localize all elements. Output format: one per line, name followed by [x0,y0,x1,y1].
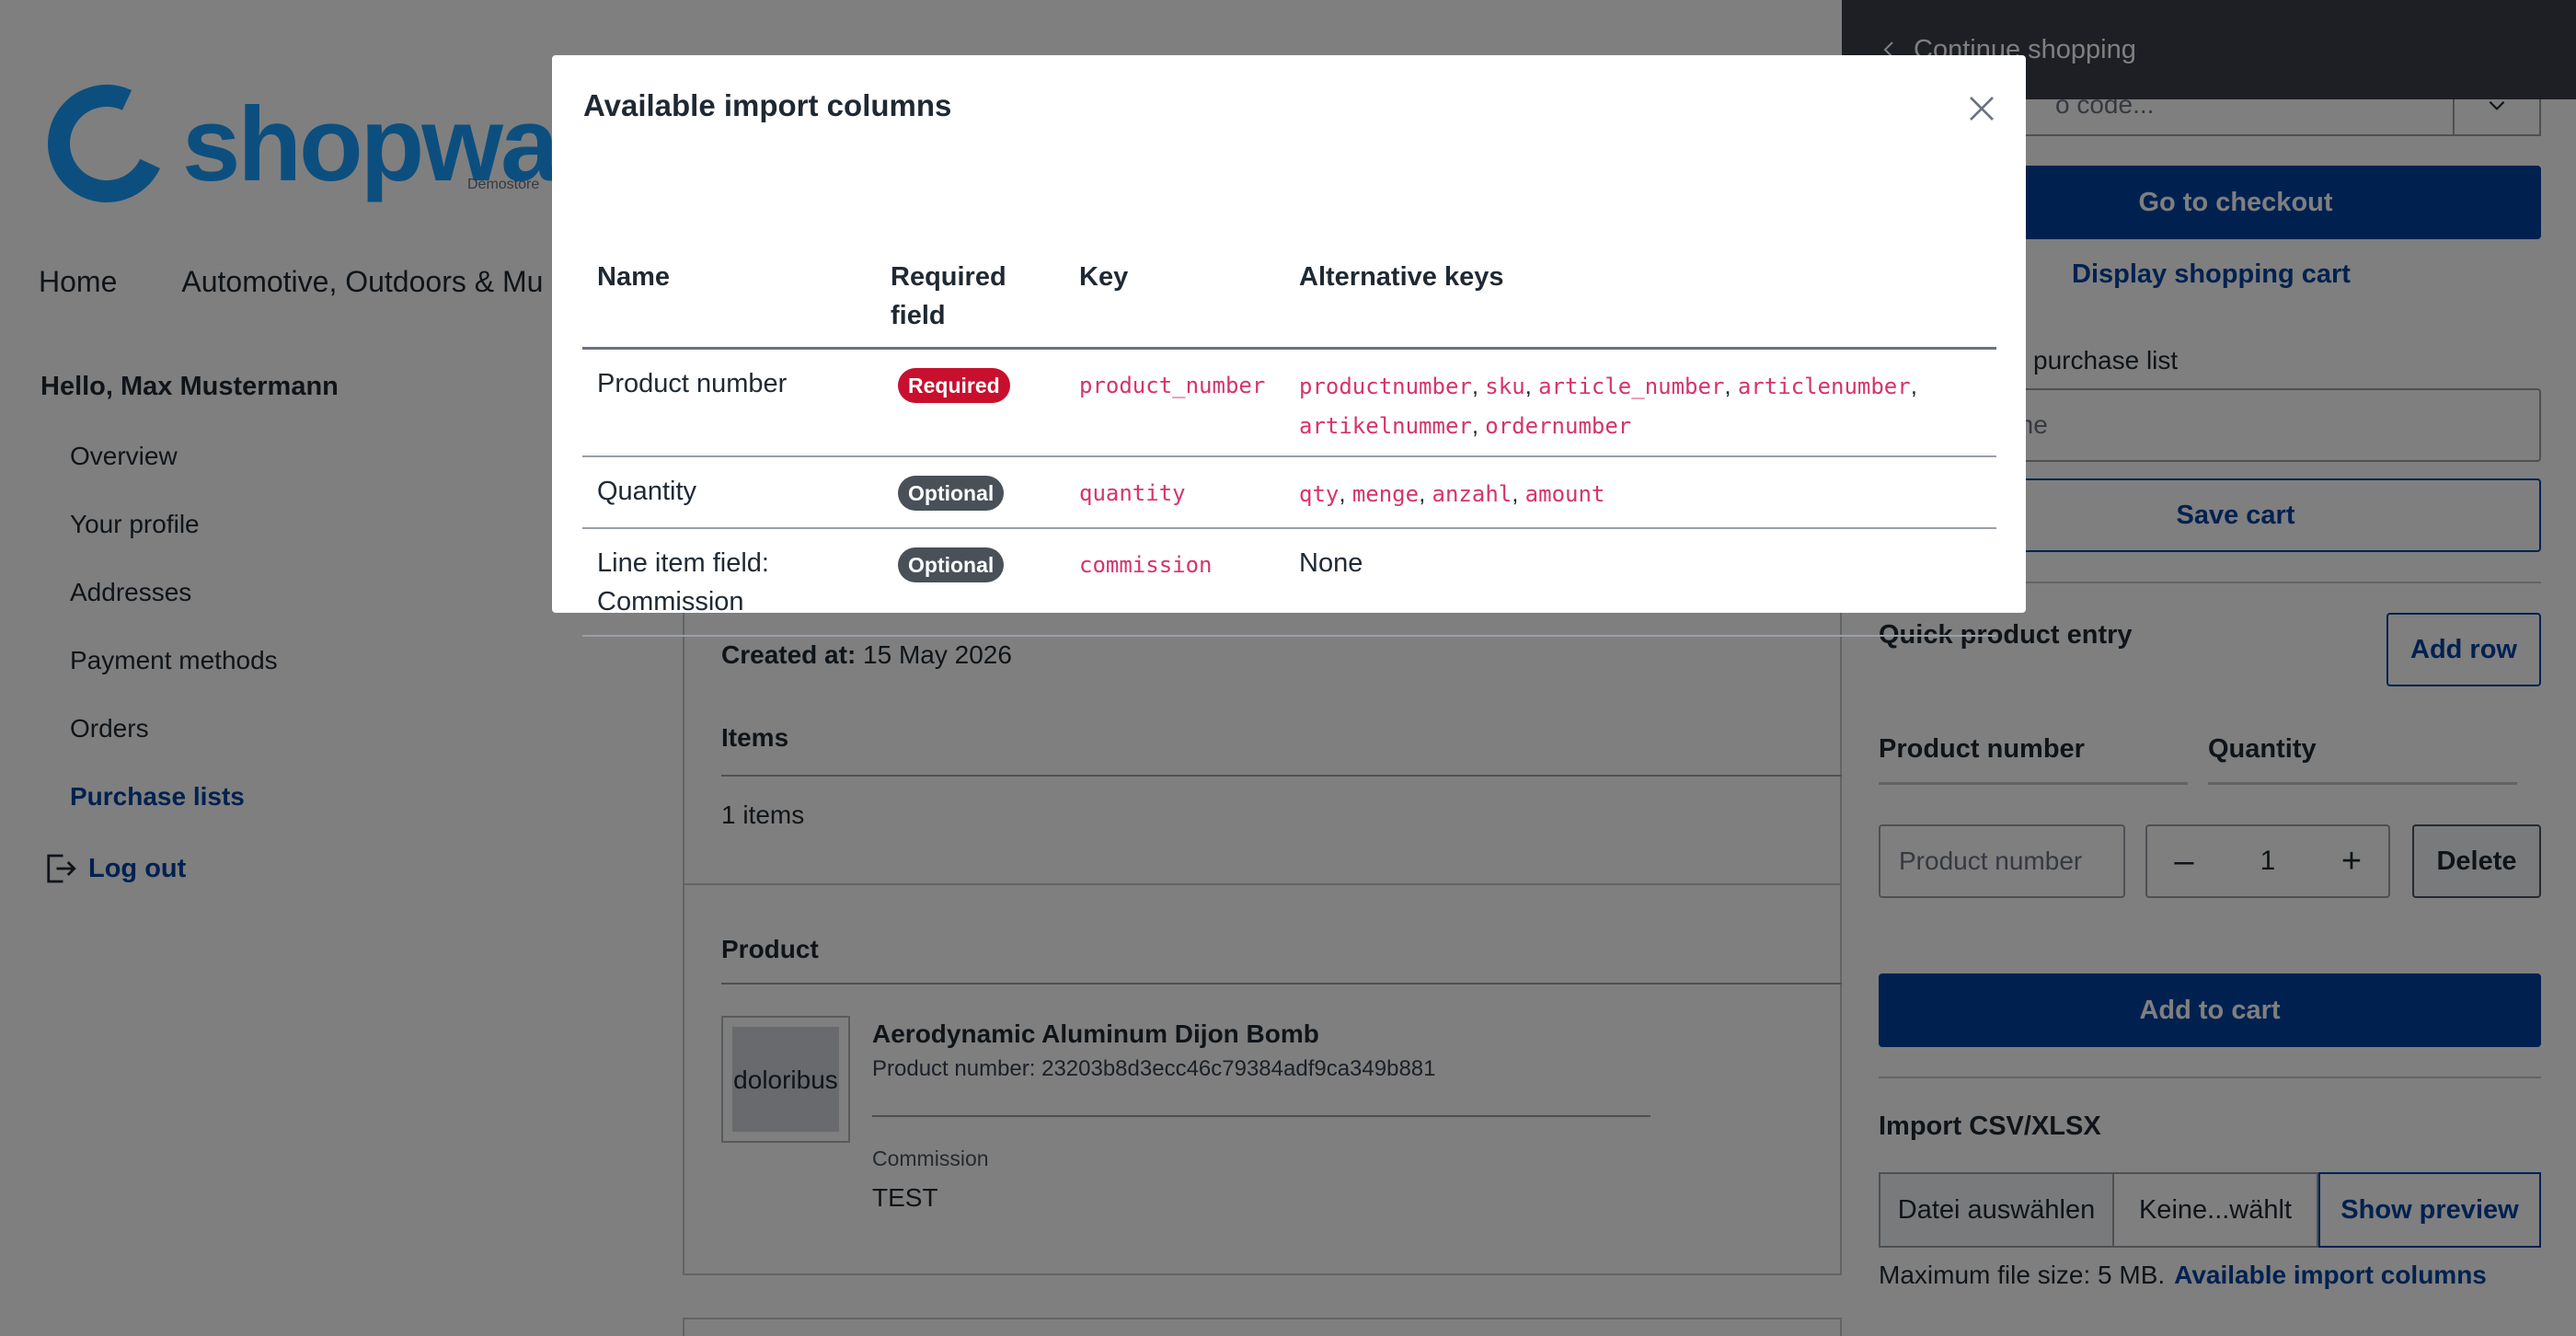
row-alternative-keys: productnumber, sku, article_number, arti… [1299,372,1917,439]
table-row: Quantity Optional quantity qty, menge, a… [582,457,1996,529]
row-key: product_number [1079,373,1266,398]
row-name-line1: Line item field: [597,548,769,578]
required-badge: Required [898,368,1010,403]
available-import-columns-modal: Available import columns Name Required f… [552,55,2026,637]
header-required-line2: field [891,301,946,330]
close-icon [1970,97,1994,121]
optional-badge: Optional [898,476,1005,511]
row-key: commission [1079,552,1213,578]
alt-key: menge [1351,481,1420,507]
optional-badge: Optional [898,547,1005,582]
row-name: Quantity [597,477,696,506]
alt-key: artikelnummer [1299,413,1472,439]
header-alternative-keys: Alternative keys [1299,262,1504,292]
row-key: quantity [1079,480,1186,506]
close-button[interactable] [1963,90,2000,127]
table-row: Product number Required product_number p… [582,350,1996,457]
header-key: Key [1079,262,1129,292]
table-row: Line item field: Commission Optional com… [582,529,1996,637]
alt-key: sku [1485,374,1525,399]
header-required-field: Required field [891,258,1006,335]
header-name: Name [597,262,670,292]
alt-key: ordernumber [1485,413,1632,439]
alt-key: productnumber [1299,374,1472,399]
alt-key: article_number [1538,374,1725,399]
header-required-line1: Required [891,262,1006,292]
row-name: Product number [597,369,788,398]
alt-key: qty [1299,481,1340,507]
row-alternative-keys: qty, menge, anzahl, amount [1299,479,1605,507]
row-alternative-keys: None [1299,548,1363,578]
row-name: Line item field: Commission [597,544,769,621]
table-header: Name Required field Key Alternative keys [582,236,1996,350]
alt-key: articlenumber [1737,374,1911,399]
alt-key: amount [1524,481,1605,507]
alt-key: anzahl [1432,481,1512,507]
row-name-line2: Commission [597,587,744,616]
modal-title: Available import columns [583,88,952,122]
